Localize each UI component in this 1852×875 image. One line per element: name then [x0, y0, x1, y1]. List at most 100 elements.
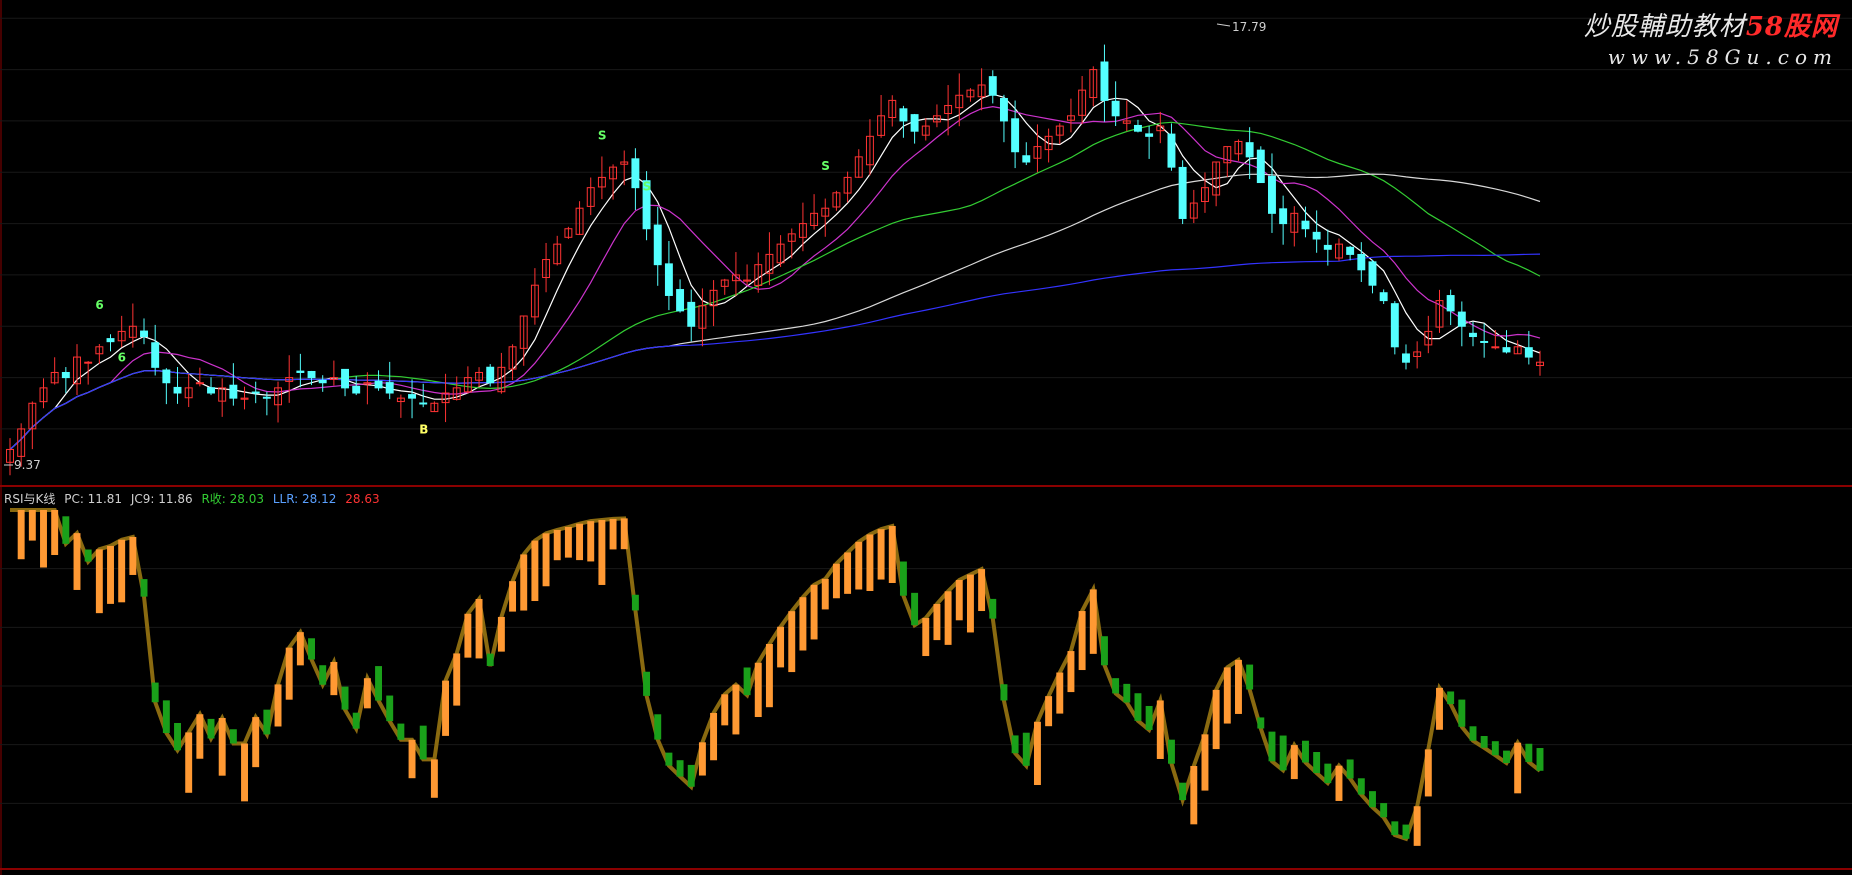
candle-body — [1256, 149, 1265, 184]
candle-body — [653, 224, 662, 266]
rsi-bar — [1235, 659, 1242, 714]
candle-body — [1133, 124, 1142, 132]
rsi-bar — [721, 694, 729, 726]
ma120-line — [9, 253, 1541, 450]
rsi-bar — [676, 760, 684, 777]
candle-body — [173, 386, 182, 394]
rsi-bar — [754, 662, 762, 718]
rsi-bar — [609, 518, 617, 550]
rsi-bar — [1402, 824, 1410, 839]
rsi-bar — [352, 712, 360, 729]
signal-label: S — [821, 159, 830, 173]
candle-body — [999, 97, 1008, 122]
rsi-bar — [1290, 745, 1298, 780]
candlestick-series[interactable] — [6, 44, 1544, 476]
rsi-bar — [397, 723, 405, 740]
rsi-bar — [888, 526, 896, 583]
rsi-bar — [698, 742, 706, 776]
rsi-bar — [1346, 759, 1354, 779]
rsi-bar — [665, 752, 673, 766]
candle-body — [84, 361, 93, 364]
rsi-bar — [1436, 687, 1443, 730]
rsi-bar — [1179, 782, 1187, 801]
candle-body — [61, 371, 70, 379]
candle-body — [1145, 133, 1154, 137]
rsi-bar — [631, 594, 639, 611]
rsi-bar — [1313, 752, 1321, 774]
indicator-name: RSI与K线 — [4, 492, 55, 506]
rsi-bar — [1067, 651, 1075, 693]
rsi-bar — [1201, 734, 1209, 791]
rsi-bar — [1123, 683, 1131, 703]
candle-body — [631, 158, 640, 189]
candle-body — [1100, 61, 1109, 101]
candle-body — [1379, 292, 1388, 302]
stock-chart[interactable]: S S S 6 6 B 17.79 9.37 RSI与K线 PC: 11.81 JC9: … — [0, 0, 1852, 875]
rsi-bar — [765, 643, 773, 708]
rsi-bar — [375, 666, 383, 701]
rsi-bar — [497, 616, 505, 652]
rsi-bar — [1056, 672, 1064, 714]
candle-body — [251, 391, 260, 394]
rsi-bar — [1212, 689, 1220, 750]
moving-average-lines — [9, 93, 1541, 450]
rsi-bar — [899, 561, 907, 596]
signal-label: S — [598, 128, 607, 142]
candle-body — [910, 114, 919, 132]
rsi-bar — [1514, 742, 1522, 794]
rsi-bar — [1134, 693, 1142, 721]
rsi-bar — [877, 529, 885, 580]
low-price-label: 9.37 — [14, 458, 41, 472]
rsi-bar — [1525, 743, 1533, 762]
rsi-series[interactable] — [10, 508, 1544, 846]
rsi-bar — [330, 661, 338, 696]
rsi-bar — [1357, 778, 1365, 795]
rsi-bar — [944, 591, 952, 645]
rsi-bar — [1078, 611, 1086, 671]
price-gridlines — [0, 17, 1852, 430]
rsi-bar — [955, 579, 963, 621]
rsi-bar — [363, 678, 371, 709]
rsi-bar — [542, 533, 550, 587]
rsi-bar — [229, 729, 237, 744]
candle-body — [1022, 155, 1031, 163]
candle-body — [352, 385, 361, 394]
candle-body — [195, 382, 204, 385]
candle-body — [318, 379, 327, 384]
watermark: 炒股輔助教材58股网 www.58Gu.com — [1584, 6, 1838, 69]
rsi-bar — [319, 665, 327, 685]
rsi-bar — [687, 764, 695, 787]
rsi-bar — [408, 739, 416, 779]
ma60-line — [9, 173, 1541, 450]
rsi-bar — [196, 714, 204, 759]
rsi-bar — [40, 510, 47, 568]
rsi-bar — [1480, 736, 1488, 748]
rsi-bar — [151, 682, 159, 703]
candle-body — [1301, 220, 1310, 230]
candle-body — [374, 380, 383, 389]
signal-label: S — [643, 180, 652, 194]
candle-body — [1469, 332, 1477, 338]
candle-body — [385, 382, 394, 394]
rsi-bar — [475, 598, 483, 659]
rsi-bar — [129, 536, 137, 575]
rsi-bar — [174, 722, 181, 751]
candle-body — [1312, 231, 1321, 240]
rsi-bar — [1089, 589, 1097, 654]
candle-body — [676, 289, 685, 312]
rsi-bar — [1413, 806, 1421, 846]
candle-body — [162, 369, 171, 384]
rsi-bar — [95, 549, 103, 614]
rsi-bar — [1223, 667, 1231, 724]
rsi-bar — [509, 581, 517, 612]
rsi-bar — [1190, 765, 1198, 825]
rsi-bar — [1335, 765, 1343, 801]
rsi-bar — [1257, 717, 1265, 729]
candle-body — [1457, 311, 1466, 327]
candle-body — [1524, 347, 1533, 358]
rsi-bar — [620, 518, 628, 550]
candle-body — [664, 263, 673, 296]
signal-label: 6 — [118, 350, 126, 364]
rsi-bar — [654, 714, 662, 740]
rsi-bar — [1246, 664, 1254, 690]
